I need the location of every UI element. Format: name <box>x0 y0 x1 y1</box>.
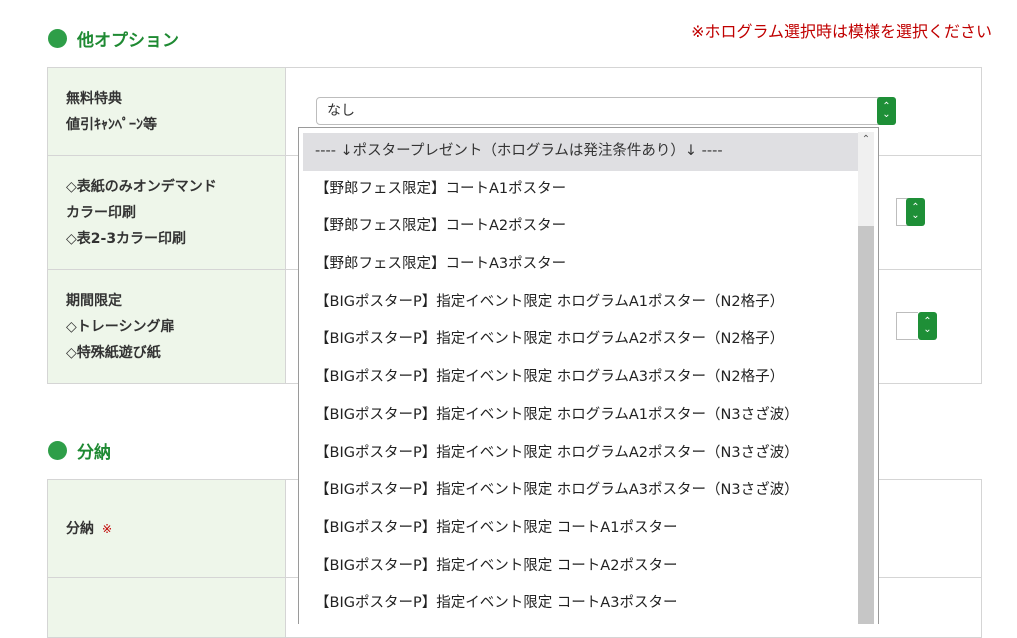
select-arrows-icon[interactable]: ⌃ ⌄ <box>877 97 896 125</box>
dropdown-option[interactable]: 【野郎フェス限定】コートA3ポスター <box>303 246 858 284</box>
dropdown-option[interactable]: 【BIGポスターP】指定イベント限定 ホログラムA1ポスター（N3さざ波） <box>303 397 858 435</box>
section-header-bunno: 分納 <box>48 438 111 463</box>
label-line: ◇表紙のみオンデマンド <box>66 178 217 195</box>
dropdown-option[interactable]: 【BIGポスターP】指定イベント限定 コートA1ポスター <box>303 510 858 548</box>
row-label-empty <box>47 577 286 638</box>
select-dropdown-list[interactable]: ---- ↓ポスタープレゼント（ホログラムは発注条件あり）↓ ---- 【野郎フ… <box>298 127 879 624</box>
dropdown-option[interactable]: 【BIGポスターP】指定イベント限定 ホログラムA2ポスター（N2格子） <box>303 321 858 359</box>
scrollbar-thumb[interactable] <box>858 226 874 624</box>
green-dot-icon <box>48 29 67 48</box>
section-header-other-options: 他オプション <box>48 26 179 51</box>
label-line: 無料特典 <box>66 90 122 107</box>
select-arrows-icon[interactable]: ⌃ ⌄ <box>906 198 925 226</box>
dropdown-option[interactable]: 【BIGポスターP】指定イベント限定 ホログラムA2ポスター（N3さざ波） <box>303 435 858 473</box>
dropdown-option[interactable]: ---- ↓ポスタープレゼント（ホログラムは発注条件あり）↓ ---- <box>303 133 858 171</box>
section-title: 他オプション <box>77 31 179 51</box>
row-label-bunno: 分納 ※ <box>47 479 286 578</box>
dropdown-option[interactable]: 【BIGポスターP】指定イベント限定 ホログラムA3ポスター（N3さざ波） <box>303 472 858 510</box>
label-line: 値引ｷｬﾝﾍﾟｰﾝ等 <box>66 116 157 133</box>
label-line: ◇特殊紙遊び紙 <box>66 344 161 361</box>
row-label-limited: 期間限定 ◇トレーシング扉 ◇特殊紙遊び紙 <box>47 269 286 384</box>
row-label-cover: ◇表紙のみオンデマンド カラー印刷 ◇表2-3カラー印刷 <box>47 155 286 270</box>
free-bonus-select[interactable]: なし ⌃ ⌄ <box>316 97 896 125</box>
label-text: 分納 <box>66 520 94 537</box>
hologram-notice: ※ホログラム選択時は模様を選択ください <box>691 22 992 41</box>
dropdown-option[interactable]: 【BIGポスターP】指定イベント限定 ホログラムA3ポスター（N2格子） <box>303 359 858 397</box>
dropdown-option[interactable]: 【BIGポスターP】指定イベント限定 コートA3ポスター <box>303 585 858 623</box>
select-arrows-icon[interactable]: ⌃ ⌄ <box>918 312 937 340</box>
label-line: カラー印刷 <box>66 204 136 221</box>
dropdown-option[interactable]: 【野郎フェス限定】コートA1ポスター <box>303 171 858 209</box>
dropdown-option[interactable]: 【BIGポスターP】指定イベント限定 コートA2ポスター <box>303 548 858 586</box>
label-line: ◇表2-3カラー印刷 <box>66 230 187 247</box>
green-dot-icon <box>48 441 67 460</box>
label-line: 期間限定 <box>66 292 122 309</box>
dropdown-option[interactable]: 【BIGポスターP】指定イベント限定 ホログラムA1ポスター（N2格子） <box>303 284 858 322</box>
scroll-up-arrow-icon[interactable]: ⌃ <box>858 132 874 148</box>
select-value: なし <box>327 103 355 119</box>
dropdown-option[interactable]: 【野郎フェス限定】コートA2ポスター <box>303 208 858 246</box>
section-title: 分納 <box>77 443 111 463</box>
limited-select[interactable] <box>896 312 918 340</box>
required-mark: ※ <box>102 521 113 536</box>
row-label-free-bonus: 無料特典 値引ｷｬﾝﾍﾟｰﾝ等 <box>47 67 286 156</box>
label-line: ◇トレーシング扉 <box>66 318 175 335</box>
